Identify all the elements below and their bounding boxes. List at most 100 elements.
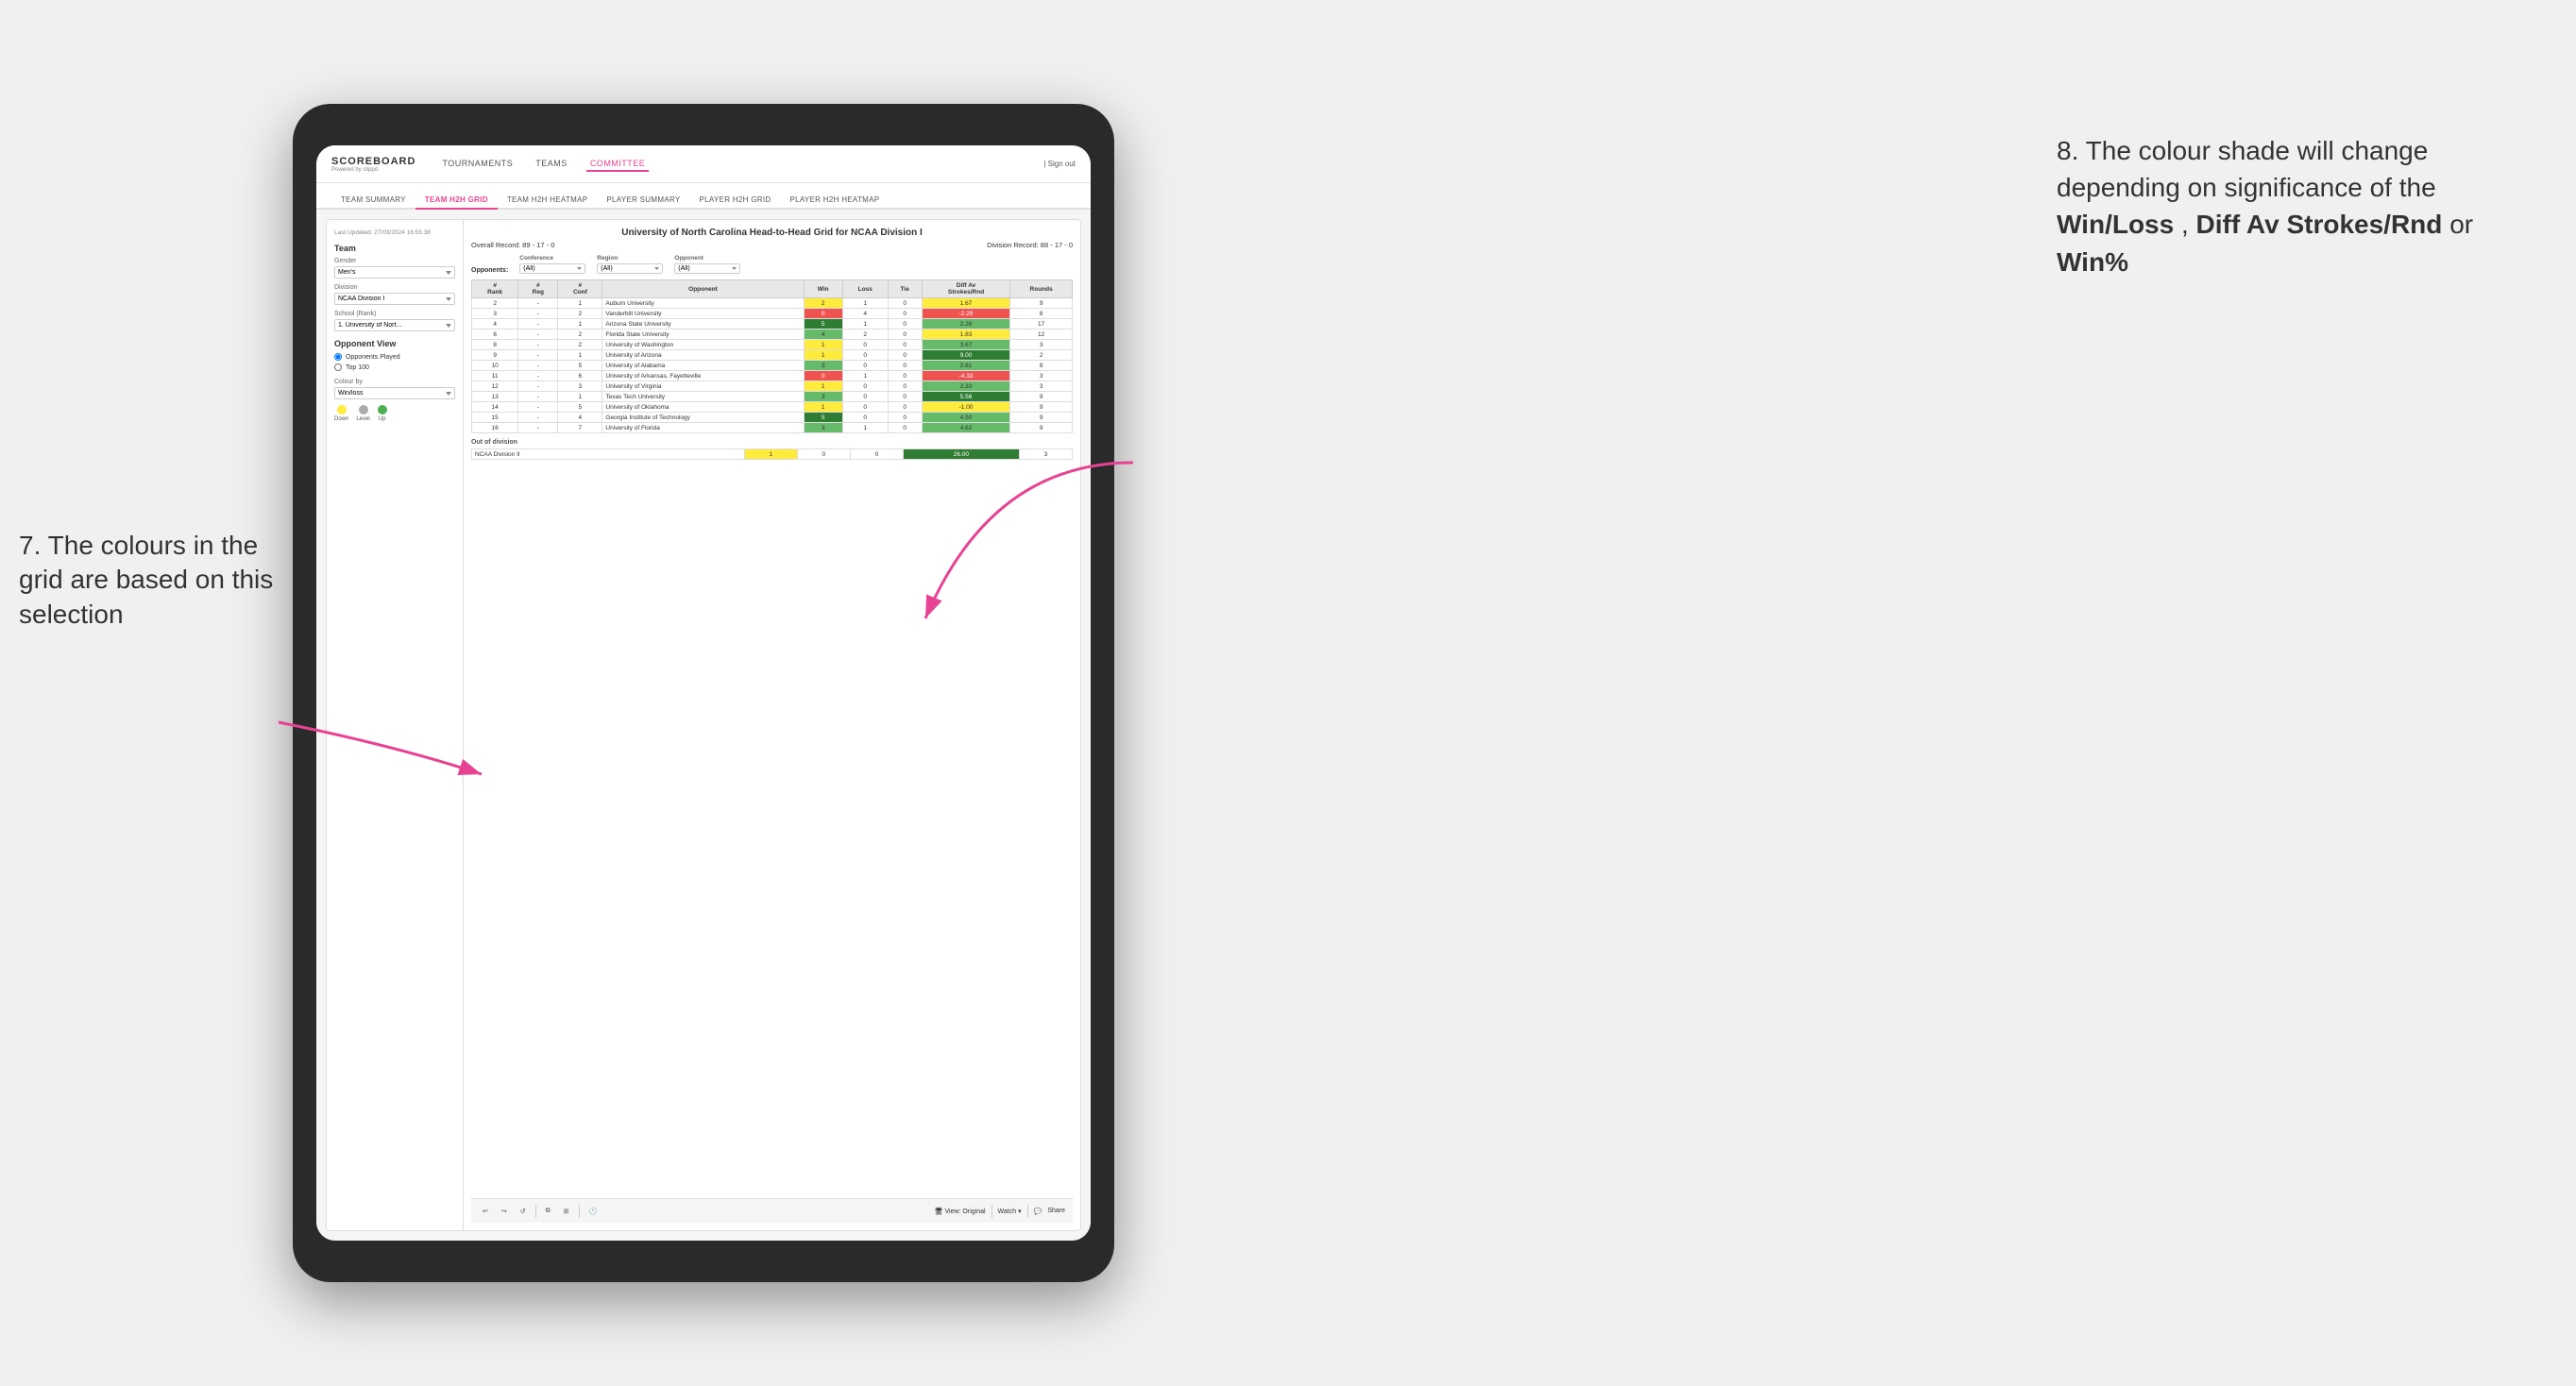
cell-conf: 3 [558, 381, 602, 392]
cell-reg: - [518, 340, 558, 350]
refresh-button[interactable]: ↺ [517, 1206, 530, 1217]
cell-loss: 0 [842, 340, 888, 350]
table-row: 2 - 1 Auburn University 2 1 0 1.67 9 [472, 298, 1073, 309]
undo-button[interactable]: ↩ [479, 1206, 492, 1217]
cell-rank: 6 [472, 330, 518, 340]
table-row: 3 - 2 Vanderbilt University 0 4 0 -2.29 … [472, 309, 1073, 319]
copy-button[interactable]: ⧉ [542, 1206, 554, 1217]
watch-button[interactable]: Watch ▾ [998, 1208, 1022, 1215]
cell-win: 1 [804, 350, 842, 361]
nav-teams[interactable]: TEAMS [532, 157, 571, 172]
cell-loss: 4 [842, 309, 888, 319]
school-label: School (Rank) [334, 311, 455, 317]
table-row: 9 - 1 University of Arizona 1 0 0 9.00 2 [472, 350, 1073, 361]
sign-out-button[interactable]: | Sign out [1043, 160, 1076, 168]
table-row: 14 - 5 University of Oklahoma 1 0 0 -1.0… [472, 402, 1073, 413]
cell-rank: 3 [472, 309, 518, 319]
colour-by-select[interactable]: Win/loss [334, 387, 455, 399]
logo-area: SCOREBOARD Powered by clippd [331, 156, 415, 173]
subnav-team-h2h-grid[interactable]: TEAM H2H GRID [415, 192, 498, 210]
share-button[interactable]: Share [1047, 1208, 1065, 1214]
right-content: University of North Carolina Head-to-Hea… [464, 220, 1080, 1230]
cell-reg: - [518, 381, 558, 392]
logo-sub: Powered by clippd [331, 167, 415, 173]
app-header: SCOREBOARD Powered by clippd TOURNAMENTS… [316, 145, 1091, 183]
nav-tournaments[interactable]: TOURNAMENTS [438, 157, 517, 172]
radio-top-100[interactable]: Top 100 [334, 363, 455, 371]
toolbar-view: 🖥 View: Original Watch ▾ 💬 Share [935, 1205, 1065, 1218]
cell-loss: 1 [842, 423, 888, 433]
subnav-team-summary[interactable]: TEAM SUMMARY [331, 192, 415, 210]
cell-diff: 5.56 [922, 392, 1010, 402]
redo-button[interactable]: ↪ [498, 1206, 511, 1217]
opponent-select[interactable]: (All) [674, 263, 740, 274]
cell-conf: 1 [558, 298, 602, 309]
toolbar-separator-2 [579, 1205, 580, 1218]
cell-loss: 0 [842, 350, 888, 361]
cell-diff: -1.00 [922, 402, 1010, 413]
cell-rounds: 9 [1010, 392, 1073, 402]
subnav-player-h2h-heatmap[interactable]: PLAYER H2H HEATMAP [780, 192, 889, 210]
table-row: 10 - 5 University of Alabama 3 0 0 2.61 … [472, 361, 1073, 371]
cell-rounds: 3 [1010, 371, 1073, 381]
cell-conf: 2 [558, 330, 602, 340]
cell-win: 0 [804, 371, 842, 381]
sidebar-team-label: Team [334, 244, 455, 253]
opponent-label: Opponent [674, 255, 740, 262]
cell-win: 5 [804, 319, 842, 330]
cell-conf: 2 [558, 309, 602, 319]
conference-select[interactable]: (All) [519, 263, 585, 274]
cell-win: 1 [804, 402, 842, 413]
cell-loss: 0 [842, 381, 888, 392]
subnav-player-h2h-grid[interactable]: PLAYER H2H GRID [690, 192, 781, 210]
legend-level-label: Level [356, 416, 369, 422]
table-row: 4 - 1 Arizona State University 5 1 0 2.2… [472, 319, 1073, 330]
cell-diff: 4.50 [922, 413, 1010, 423]
comment-button[interactable]: 💬 [1034, 1208, 1042, 1215]
gender-select[interactable]: Men's [334, 266, 455, 279]
division-select[interactable]: NCAA Division I [334, 293, 455, 305]
school-select[interactable]: 1. University of Nort... [334, 319, 455, 331]
cell-diff: 1.83 [922, 330, 1010, 340]
cell-tie: 0 [888, 423, 922, 433]
cell-opponent: Arizona State University [602, 319, 804, 330]
table-row: 6 - 2 Florida State University 4 2 0 1.8… [472, 330, 1073, 340]
cell-tie: 0 [888, 350, 922, 361]
nav-committee[interactable]: COMMITTEE [586, 157, 650, 172]
subnav-team-h2h-heatmap[interactable]: TEAM H2H HEATMAP [498, 192, 598, 210]
cell-out-win: 1 [744, 449, 797, 460]
clock-button[interactable]: 🕐 [585, 1206, 602, 1217]
filters-row: Opponents: Conference (All) Region (All) [471, 255, 1073, 274]
sub-nav: TEAM SUMMARY TEAM H2H GRID TEAM H2H HEAT… [316, 183, 1091, 210]
cell-rank: 15 [472, 413, 518, 423]
col-win: Win [804, 280, 842, 298]
cell-rounds: 3 [1010, 340, 1073, 350]
cell-opponent: University of Washington [602, 340, 804, 350]
legend-down-circle [337, 405, 347, 414]
annotation-left-number: 7. [19, 531, 41, 560]
cell-out-loss: 0 [797, 449, 850, 460]
subnav-player-summary[interactable]: PLAYER SUMMARY [597, 192, 689, 210]
paste-button[interactable]: ⊞ [560, 1206, 573, 1217]
cell-out-tie: 0 [850, 449, 903, 460]
cell-opponent: University of Florida [602, 423, 804, 433]
legend-up: Up [378, 405, 387, 422]
cell-tie: 0 [888, 402, 922, 413]
cell-rank: 16 [472, 423, 518, 433]
table-row: 8 - 2 University of Washington 1 0 0 3.6… [472, 340, 1073, 350]
table-row: 11 - 6 University of Arkansas, Fayettevi… [472, 371, 1073, 381]
region-select[interactable]: (All) [597, 263, 663, 274]
left-sidebar: Last Updated: 27/03/2024 16:55:38 Team G… [327, 220, 464, 1230]
out-of-division-table: NCAA Division II 1 0 0 26.00 3 [471, 448, 1073, 460]
colour-by-label: Colour by [334, 379, 455, 385]
cell-tie: 0 [888, 392, 922, 402]
cell-reg: - [518, 423, 558, 433]
cell-reg: - [518, 402, 558, 413]
cell-win: 1 [804, 381, 842, 392]
radio-opponents-played[interactable]: Opponents Played [334, 353, 455, 361]
cell-opponent: University of Arkansas, Fayetteville [602, 371, 804, 381]
opponents-label: Opponents: [471, 267, 508, 274]
cell-win: 1 [804, 340, 842, 350]
cell-diff: 2.61 [922, 361, 1010, 371]
cell-reg: - [518, 309, 558, 319]
